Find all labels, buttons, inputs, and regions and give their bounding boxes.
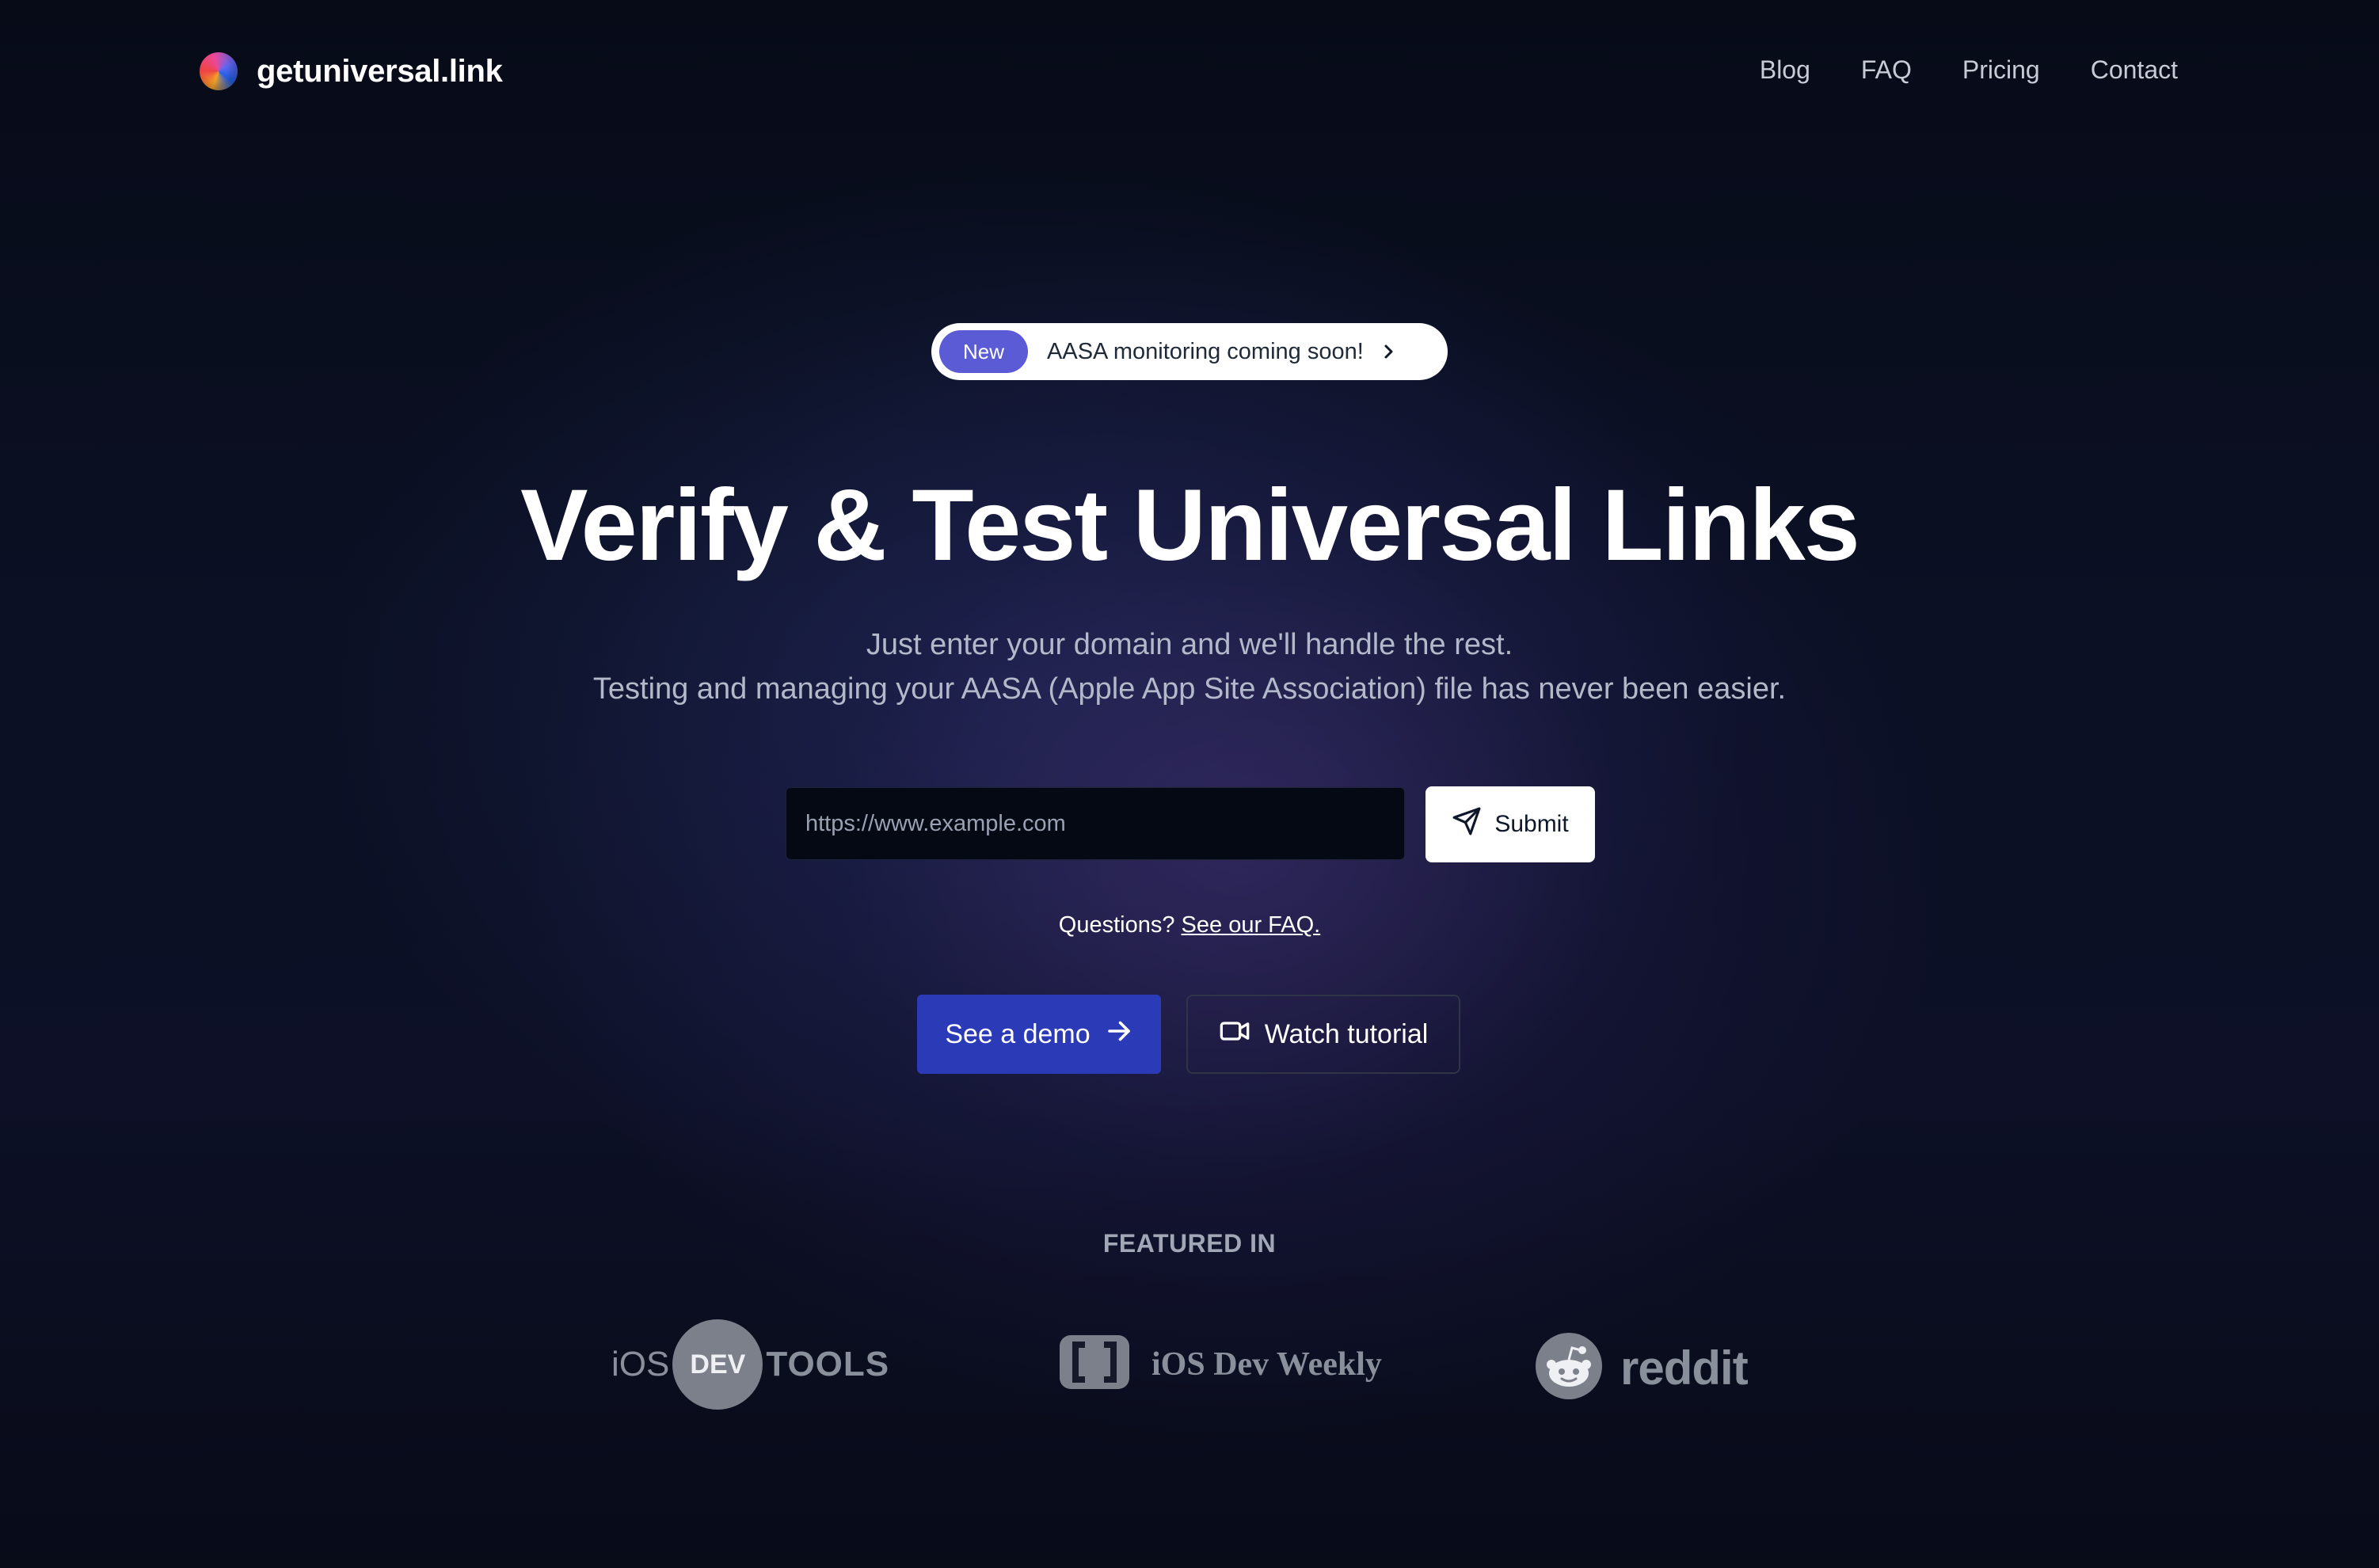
ios-dev-tools-ios: iOS <box>611 1345 670 1383</box>
video-camera-icon <box>1219 1015 1250 1054</box>
see-demo-button[interactable]: See a demo <box>917 995 1161 1074</box>
nav-link-contact[interactable]: Contact <box>2091 55 2178 85</box>
nav-link-faq[interactable]: FAQ <box>1861 55 1912 85</box>
brackets-icon <box>1056 1332 1132 1396</box>
ios-dev-weekly-logo[interactable]: iOS Dev Weekly <box>1056 1332 1382 1396</box>
new-badge: New <box>939 330 1029 373</box>
brand-logo[interactable]: getuniversal.link <box>200 52 503 90</box>
subtitle-line-2: Testing and managing your AASA (Apple Ap… <box>592 672 1787 706</box>
featured-in-heading: FEATURED IN <box>1102 1229 1277 1258</box>
arrow-right-icon <box>1105 1017 1133 1052</box>
reddit-alien-icon <box>1535 1332 1603 1404</box>
subtitle-line-1: Just enter your domain and we'll handle … <box>866 628 1513 661</box>
watch-tutorial-button[interactable]: Watch tutorial <box>1186 995 1460 1074</box>
tutorial-label: Watch tutorial <box>1264 1018 1429 1049</box>
gradient-sphere-icon <box>200 52 238 90</box>
featured-logos: iOS DEV TOOLS iOS Dev Weekly reddit <box>0 1315 2379 1413</box>
nav-link-blog[interactable]: Blog <box>1760 55 1810 85</box>
faq-link[interactable]: See our FAQ. <box>1182 912 1321 938</box>
hero-subtitle: Just enter your domain and we'll handle … <box>0 622 2379 711</box>
faq-prompt: Questions? See our FAQ. <box>0 912 2379 938</box>
reddit-logo[interactable]: reddit <box>1535 1332 1749 1404</box>
send-icon <box>1452 806 1482 843</box>
ios-dev-tools-logo[interactable]: iOS DEV TOOLS <box>611 1319 889 1410</box>
ios-dev-weekly-text: iOS Dev Weekly <box>1151 1345 1382 1383</box>
ios-dev-tools-dev: DEV <box>690 1349 746 1380</box>
page-title: Verify & Test Universal Links <box>520 469 1860 582</box>
submit-button[interactable]: Submit <box>1425 786 1595 862</box>
announcement-pill[interactable]: New AASA monitoring coming soon! <box>931 323 1448 380</box>
top-nav: Blog FAQ Pricing Contact <box>1760 55 2178 85</box>
landing-page: getuniversal.link Blog FAQ Pricing Conta… <box>0 0 2379 1568</box>
demo-label: See a demo <box>945 1018 1091 1049</box>
reddit-text: reddit <box>1620 1342 1749 1395</box>
chevron-right-icon <box>1381 342 1397 361</box>
domain-url-input[interactable] <box>786 787 1405 860</box>
nav-link-pricing[interactable]: Pricing <box>1962 55 2040 85</box>
submit-label: Submit <box>1494 811 1569 837</box>
ios-dev-tools-tools: TOOLS <box>766 1345 890 1383</box>
brand-name: getuniversal.link <box>257 53 503 89</box>
announcement-text: AASA monitoring coming soon! <box>1047 338 1364 364</box>
faq-prefix: Questions? <box>1058 912 1175 938</box>
ios-dev-tools-dev-circle: DEV <box>672 1319 763 1410</box>
